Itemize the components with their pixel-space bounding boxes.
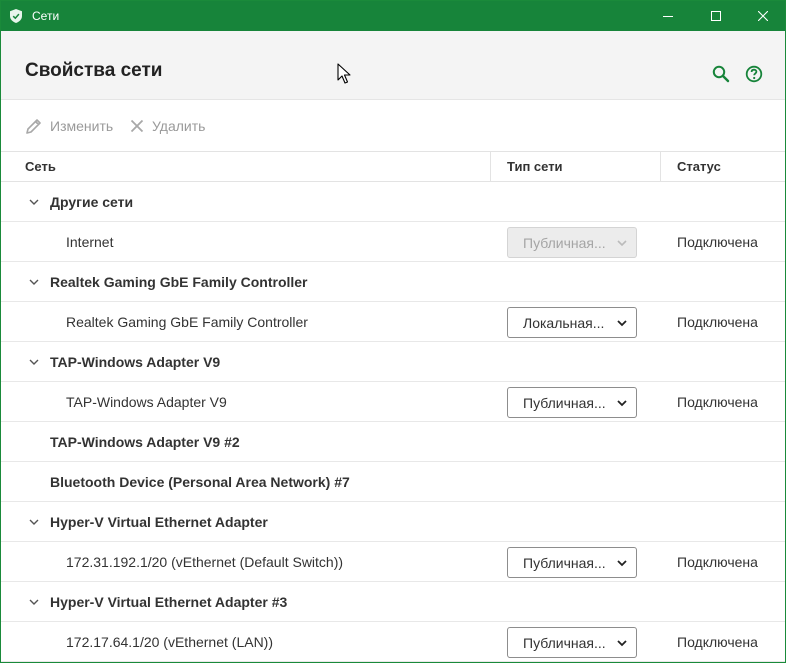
column-separator[interactable] bbox=[660, 152, 661, 181]
table-row[interactable]: TAP-Windows Adapter V9 bbox=[1, 342, 785, 382]
table-row[interactable]: 172.31.192.1/20 (vEthernet (Default Swit… bbox=[1, 542, 785, 582]
table-row[interactable]: Realtek Gaming GbE Family Controller bbox=[1, 262, 785, 302]
pencil-icon bbox=[26, 118, 41, 134]
help-button[interactable] bbox=[744, 64, 764, 84]
table-row[interactable]: Internet Публичная... Подключена bbox=[1, 222, 785, 262]
group-name: TAP-Windows Adapter V9 bbox=[50, 354, 221, 370]
close-icon bbox=[758, 11, 768, 21]
group-name: Hyper-V Virtual Ethernet Adapter bbox=[50, 514, 268, 530]
group-name: Другие сети bbox=[50, 194, 134, 210]
network-type-value: Публичная... bbox=[523, 555, 606, 571]
edit-button[interactable]: Изменить bbox=[25, 117, 113, 135]
column-status[interactable]: Статус bbox=[677, 152, 721, 181]
minimize-icon bbox=[663, 15, 673, 17]
help-icon bbox=[745, 65, 763, 83]
minimize-button[interactable] bbox=[645, 1, 691, 31]
network-name: Internet bbox=[66, 234, 114, 250]
connection-status: Подключена bbox=[677, 554, 758, 570]
table-row[interactable]: Realtek Gaming GbE Family Controller Лок… bbox=[1, 302, 785, 342]
mouse-cursor-icon bbox=[337, 63, 351, 84]
search-button[interactable] bbox=[711, 64, 731, 84]
network-type-select[interactable]: Публичная... bbox=[507, 387, 637, 418]
maximize-icon bbox=[711, 11, 721, 21]
connection-status: Подключена bbox=[677, 314, 758, 330]
delete-label: Удалить bbox=[152, 118, 206, 134]
connection-status: Подключена bbox=[677, 634, 758, 650]
table-row[interactable]: 172.17.64.1/20 (vEthernet (LAN)) Публичн… bbox=[1, 622, 785, 662]
title-bar[interactable]: Сети bbox=[1, 1, 785, 31]
chevron-down-icon bbox=[617, 640, 627, 647]
table-row[interactable]: TAP-Windows Adapter V9 Публичная... Подк… bbox=[1, 382, 785, 422]
network-type-select[interactable]: Публичная... bbox=[507, 547, 637, 578]
column-network[interactable]: Сеть bbox=[25, 152, 56, 181]
chevron-down-icon[interactable] bbox=[28, 277, 40, 287]
network-type-value: Публичная... bbox=[523, 395, 606, 411]
chevron-down-icon bbox=[617, 240, 627, 247]
networks-window: Сети Свойства сети Изменить Удалить Сеть… bbox=[0, 0, 786, 663]
network-type-select[interactable]: Локальная... bbox=[507, 307, 637, 338]
chevron-down-icon[interactable] bbox=[28, 197, 40, 207]
connection-status: Подключена bbox=[677, 234, 758, 250]
shield-icon bbox=[10, 9, 22, 23]
table-row[interactable]: Hyper-V Virtual Ethernet Adapter #3 bbox=[1, 582, 785, 622]
page-header: Свойства сети bbox=[1, 31, 785, 100]
column-separator[interactable] bbox=[490, 152, 491, 181]
chevron-down-icon bbox=[617, 320, 627, 327]
group-name: Realtek Gaming GbE Family Controller bbox=[50, 274, 308, 290]
group-name: Bluetooth Device (Personal Area Network)… bbox=[50, 474, 350, 490]
page-title: Свойства сети bbox=[25, 60, 163, 81]
network-name: TAP-Windows Adapter V9 bbox=[66, 394, 227, 410]
search-icon bbox=[712, 65, 730, 83]
network-type-value: Публичная... bbox=[523, 635, 606, 651]
toolbar: Изменить Удалить bbox=[1, 101, 785, 151]
chevron-down-icon[interactable] bbox=[28, 357, 40, 367]
network-name: 172.31.192.1/20 (vEthernet (Default Swit… bbox=[66, 554, 344, 570]
window-title: Сети bbox=[32, 9, 60, 23]
table-row[interactable]: Bluetooth Device (Personal Area Network)… bbox=[1, 462, 785, 502]
network-name: 172.17.64.1/20 (vEthernet (LAN)) bbox=[66, 634, 274, 650]
maximize-button[interactable] bbox=[693, 1, 739, 31]
network-name: Realtek Gaming GbE Family Controller bbox=[66, 314, 308, 330]
column-type[interactable]: Тип сети bbox=[507, 152, 563, 181]
group-name: Hyper-V Virtual Ethernet Adapter #3 bbox=[50, 594, 288, 610]
chevron-down-icon bbox=[617, 400, 627, 407]
table-header: Сеть Тип сети Статус bbox=[1, 151, 785, 182]
table-row[interactable]: Другие сети bbox=[1, 182, 785, 222]
network-type-select: Публичная... bbox=[507, 227, 637, 258]
chevron-down-icon bbox=[617, 560, 627, 567]
network-type-value: Локальная... bbox=[523, 315, 605, 331]
table-row[interactable]: TAP-Windows Adapter V9 #2 bbox=[1, 422, 785, 462]
close-button[interactable] bbox=[740, 1, 785, 31]
table-row[interactable]: Hyper-V Virtual Ethernet Adapter bbox=[1, 502, 785, 542]
chevron-down-icon[interactable] bbox=[28, 517, 40, 527]
edit-label: Изменить bbox=[50, 118, 114, 134]
delete-button[interactable]: Удалить bbox=[130, 117, 205, 135]
network-type-value: Публичная... bbox=[523, 235, 606, 251]
chevron-down-icon[interactable] bbox=[28, 597, 40, 607]
network-type-select[interactable]: Публичная... bbox=[507, 627, 637, 658]
close-icon bbox=[130, 119, 144, 133]
group-name: TAP-Windows Adapter V9 #2 bbox=[50, 434, 240, 450]
network-list: Другие сети Internet Публичная... Подклю… bbox=[1, 182, 785, 662]
connection-status: Подключена bbox=[677, 394, 758, 410]
